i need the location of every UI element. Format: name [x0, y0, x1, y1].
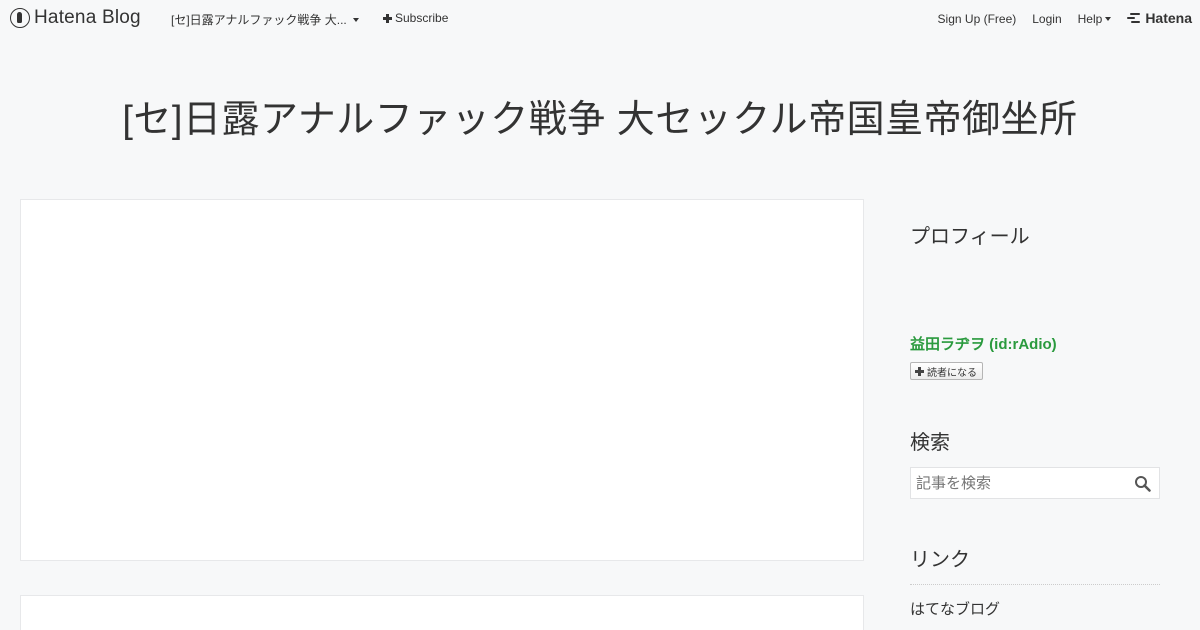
subscribe-button[interactable]: Subscribe [383, 11, 448, 25]
hatena-logo-link[interactable]: Hatena [1127, 10, 1192, 26]
search-input[interactable] [911, 469, 1131, 497]
blog-title[interactable]: [セ]日露アナルファック戦争 大セックル帝国皇帝御坐所 [0, 88, 1200, 143]
search-module-title: 検索 [910, 432, 950, 454]
signup-link[interactable]: Sign Up (Free) [938, 12, 1017, 26]
blog-name-dropdown[interactable]: [セ]日露アナルファック戦争 大... [171, 11, 359, 28]
links-list: はてなブログ [910, 584, 1160, 630]
help-label: Help [1077, 11, 1103, 26]
profile-name-link[interactable]: 益田ラヂヲ (id:rAdio) [910, 333, 1057, 354]
hatena-blog-logo[interactable]: Hatena Blog [10, 7, 141, 29]
hatena-logo-text: Hatena [1145, 10, 1192, 26]
link-item-label[interactable]: はてなブログ [910, 601, 1000, 618]
login-link[interactable]: Login [1032, 12, 1061, 26]
entry-card [20, 199, 864, 561]
chevron-down-icon [352, 17, 359, 22]
link-item-hatenablog[interactable]: はてなブログ [910, 585, 1160, 630]
hatena-blog-logo-text: Hatena Blog [34, 7, 141, 28]
reader-subscribe-button[interactable]: 読者になる [910, 362, 983, 380]
profile-module-title: プロフィール [910, 226, 1030, 248]
hatena-blog-logo-icon [10, 8, 30, 28]
search-icon[interactable] [1134, 475, 1151, 492]
plus-icon [383, 13, 392, 23]
subscribe-label: Subscribe [395, 11, 449, 25]
global-header: Hatena Blog [セ]日露アナルファック戦争 大... Subscrib… [0, 0, 1200, 36]
links-module-title: リンク [910, 549, 970, 571]
plus-icon [915, 366, 924, 376]
help-dropdown[interactable]: Help [1078, 12, 1112, 26]
blog-name-label: [セ]日露アナルファック戦争 大... [171, 13, 347, 27]
entry-card [20, 595, 864, 630]
reader-subscribe-label: 読者になる [927, 367, 977, 379]
chevron-down-icon [1105, 16, 1112, 21]
header-right-nav: Sign Up (Free) Login Help Hatena [922, 10, 1192, 26]
hatena-mark-icon [1127, 13, 1141, 23]
search-box [910, 467, 1160, 499]
